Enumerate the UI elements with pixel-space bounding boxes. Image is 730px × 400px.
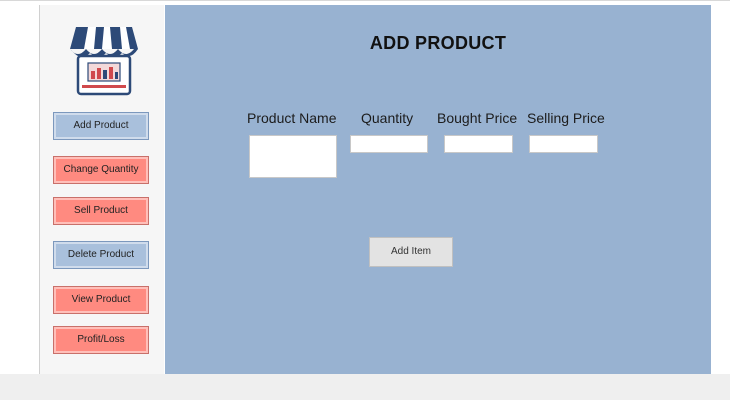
sell-product-button[interactable]: Sell Product <box>53 197 149 225</box>
bought-price-field[interactable] <box>444 135 513 153</box>
add-product-button[interactable]: Add Product <box>53 112 149 140</box>
profit-loss-button[interactable]: Profit/Loss <box>53 326 149 354</box>
bought-price-label: Bought Price <box>437 110 518 126</box>
change-quantity-button[interactable]: Change Quantity <box>53 156 149 184</box>
product-name-label: Product Name <box>247 110 337 126</box>
page-title: ADD PRODUCT <box>369 33 507 53</box>
main-panel: ADD PRODUCT Product Name Quantity Bought… <box>165 5 711 374</box>
shop-storefront-icon <box>66 23 142 97</box>
quantity-field[interactable] <box>350 135 428 153</box>
selling-price-field[interactable] <box>529 135 598 153</box>
add-item-button[interactable]: Add Item <box>369 237 453 267</box>
bottom-bar <box>0 374 730 400</box>
product-name-field[interactable] <box>249 135 337 178</box>
sidebar: Add Product Change Quantity Sell Product… <box>39 5 177 374</box>
selling-price-label: Selling Price <box>527 110 605 126</box>
delete-product-button[interactable]: Delete Product <box>53 241 149 269</box>
quantity-label: Quantity <box>361 110 414 126</box>
window-top-border <box>0 0 730 1</box>
view-product-button[interactable]: View Product <box>53 286 149 314</box>
